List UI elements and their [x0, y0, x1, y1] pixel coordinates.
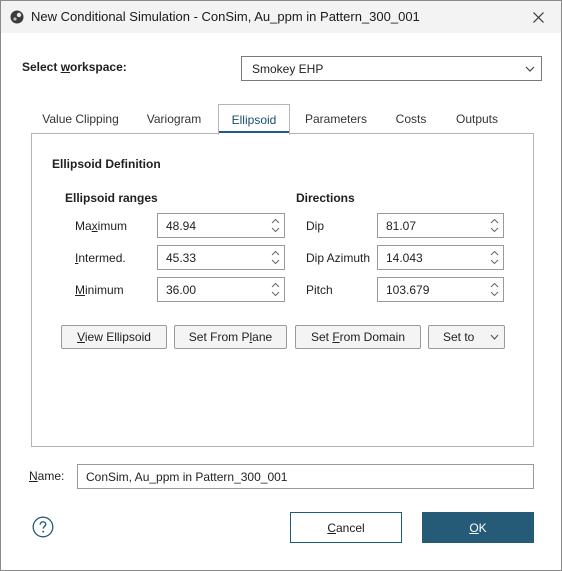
spinner-arrows-icon[interactable]: [490, 249, 499, 266]
dip-azimuth-label: Dip Azimuth: [306, 251, 371, 265]
button-label: OK: [469, 520, 487, 535]
button-label: Set From Plane: [188, 330, 273, 344]
tab-parameters[interactable]: Parameters: [290, 104, 382, 134]
maximum-value: 48.94: [166, 219, 197, 233]
tab-label: Value Clipping: [42, 112, 119, 126]
ellipsoid-panel: Ellipsoid Definition Ellipsoid ranges Di…: [31, 133, 534, 447]
close-icon[interactable]: [515, 1, 561, 33]
intermediate-label: Intermed.: [75, 251, 126, 265]
maximum-label: Maximum: [75, 219, 128, 233]
ok-button[interactable]: OK: [422, 512, 534, 543]
workspace-value: Smokey EHP: [252, 62, 324, 76]
dip-spinbox[interactable]: 81.07: [377, 213, 504, 238]
set-from-domain-button[interactable]: Set From Domain: [295, 325, 421, 349]
tab-outputs[interactable]: Outputs: [440, 104, 514, 134]
dip-value: 81.07: [386, 219, 417, 233]
help-circle-icon[interactable]: [32, 516, 54, 538]
name-field[interactable]: ConSim, Au_ppm in Pattern_300_001: [77, 464, 534, 489]
tab-label: Ellipsoid: [231, 113, 277, 127]
tab-bar: Value Clipping Variogram Ellipsoid Param…: [31, 104, 534, 135]
name-value: ConSim, Au_ppm in Pattern_300_001: [86, 470, 288, 484]
name-label: Name:: [29, 469, 65, 483]
minimum-label: Minimum: [75, 283, 124, 297]
spinner-arrows-icon[interactable]: [271, 217, 280, 234]
chevron-down-icon: [490, 334, 499, 340]
app-icon: [9, 9, 25, 25]
tab-label: Parameters: [304, 112, 368, 126]
spinner-arrows-icon[interactable]: [490, 281, 499, 298]
directions-title: Directions: [296, 191, 355, 205]
set-from-plane-button[interactable]: Set From Plane: [174, 325, 287, 349]
tab-value-clipping[interactable]: Value Clipping: [31, 104, 130, 134]
active-tab-indicator: [219, 131, 289, 133]
tab-label: Variogram: [146, 112, 202, 126]
intermediate-value: 45.33: [166, 251, 197, 265]
dip-azimuth-spinbox[interactable]: 14.043: [377, 245, 504, 270]
ranges-title: Ellipsoid ranges: [65, 191, 158, 205]
section-title: Ellipsoid Definition: [52, 157, 161, 171]
intermediate-spinbox[interactable]: 45.33: [157, 245, 285, 270]
dip-label: Dip: [306, 219, 325, 233]
button-label: Set From Domain: [310, 330, 406, 344]
tab-costs[interactable]: Costs: [382, 104, 440, 134]
workspace-label: Select workspace:: [22, 60, 127, 74]
dialog-window: New Conditional Simulation - ConSim, Au_…: [0, 0, 562, 571]
button-label: Set to: [443, 330, 475, 344]
tab-label: Costs: [395, 112, 427, 126]
spinner-arrows-icon[interactable]: [271, 249, 280, 266]
window-title: New Conditional Simulation - ConSim, Au_…: [31, 9, 420, 24]
button-label: View Ellipsoid: [77, 330, 151, 344]
maximum-spinbox[interactable]: 48.94: [157, 213, 285, 238]
dip-azimuth-value: 14.043: [386, 251, 423, 265]
view-ellipsoid-button[interactable]: View Ellipsoid: [61, 325, 167, 349]
set-to-dropdown[interactable]: Set to: [428, 325, 505, 349]
minimum-value: 36.00: [166, 283, 197, 297]
pitch-spinbox[interactable]: 103.679: [377, 277, 504, 302]
spinner-arrows-icon[interactable]: [490, 217, 499, 234]
pitch-value: 103.679: [386, 283, 430, 297]
tab-variogram[interactable]: Variogram: [130, 104, 218, 134]
button-label: Cancel: [327, 520, 365, 535]
chevron-down-icon: [525, 66, 535, 72]
spinner-arrows-icon[interactable]: [271, 281, 280, 298]
tab-label: Outputs: [455, 112, 499, 126]
tab-ellipsoid[interactable]: Ellipsoid: [218, 104, 290, 135]
title-bar: New Conditional Simulation - ConSim, Au_…: [1, 1, 561, 33]
minimum-spinbox[interactable]: 36.00: [157, 277, 285, 302]
pitch-label: Pitch: [306, 283, 333, 297]
workspace-select[interactable]: Smokey EHP: [241, 56, 542, 81]
cancel-button[interactable]: Cancel: [290, 512, 402, 543]
